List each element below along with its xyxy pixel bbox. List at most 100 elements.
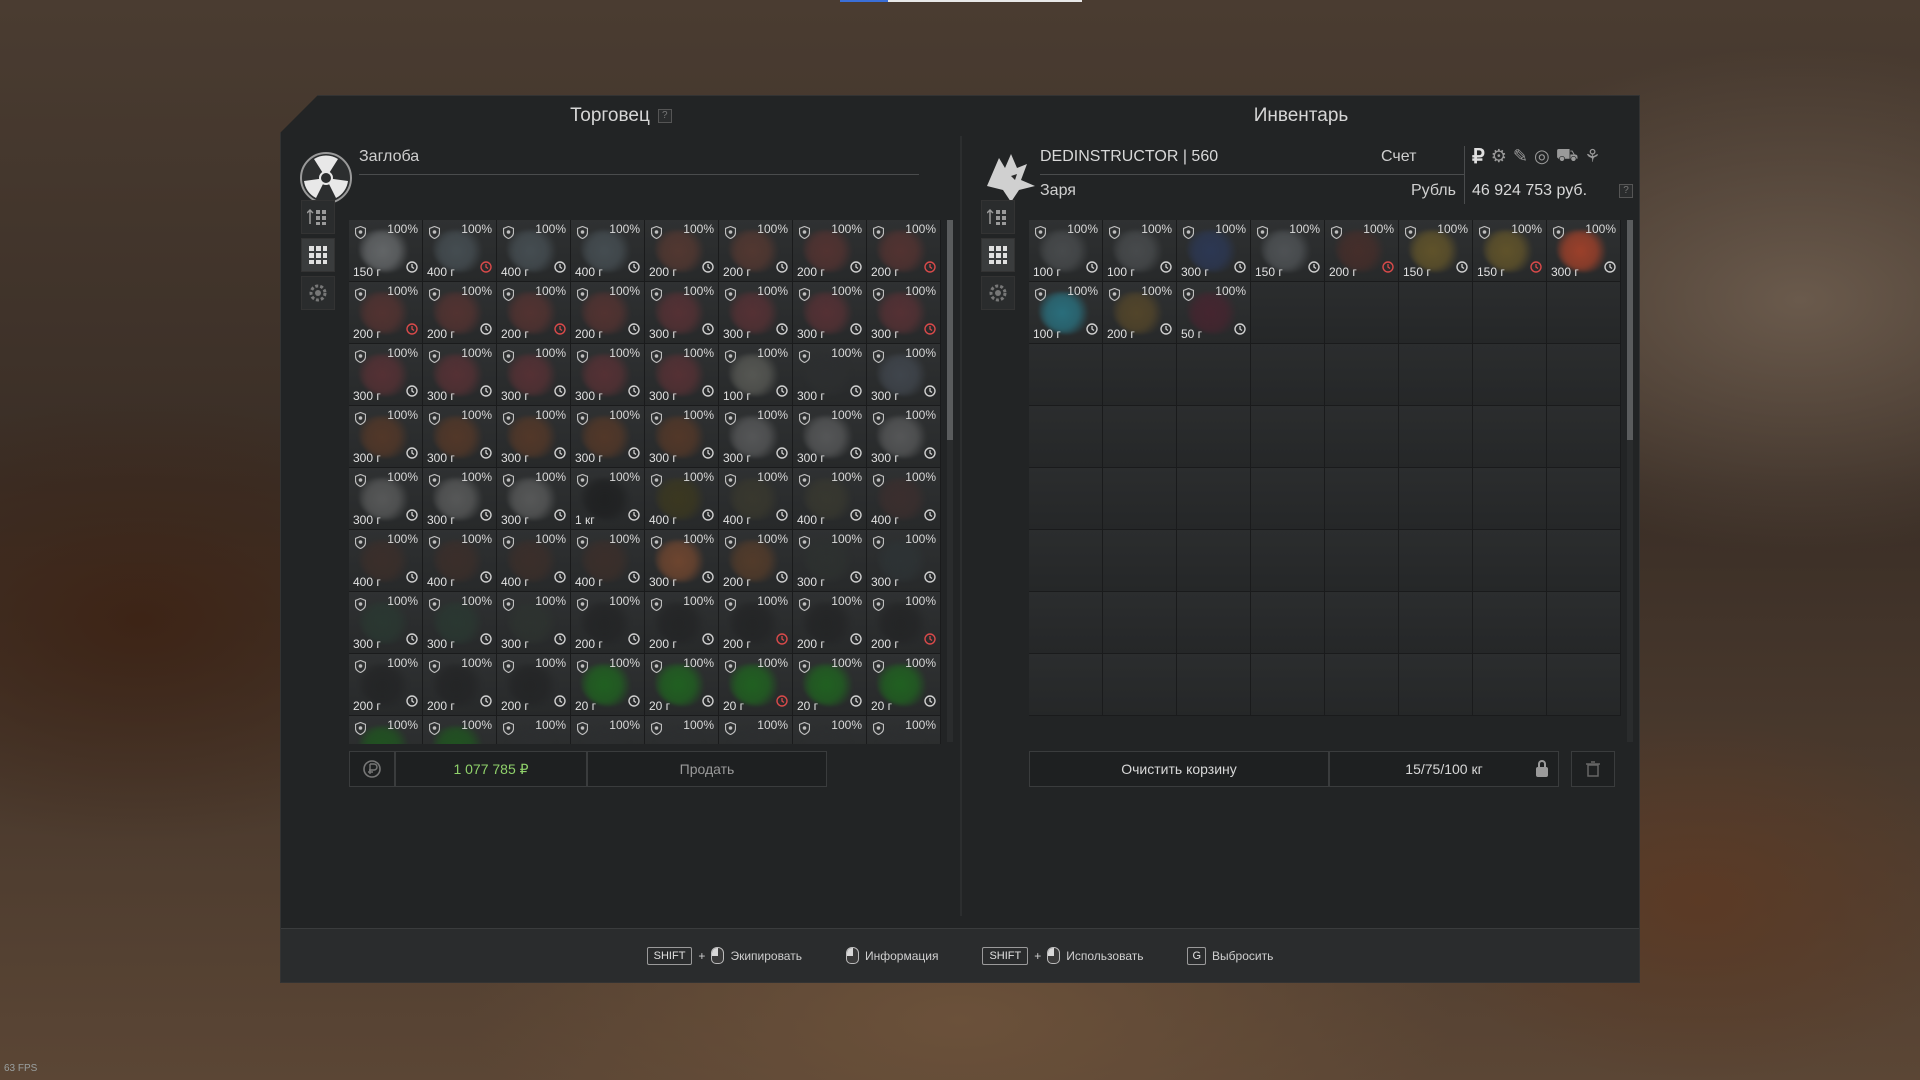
item-slot[interactable]: 100% 400 г [497,530,571,592]
empty-slot[interactable] [1103,530,1177,592]
empty-slot[interactable] [1251,654,1325,716]
empty-slot[interactable] [1177,530,1251,592]
item-slot[interactable]: 100% 400 г [645,468,719,530]
empty-slot[interactable] [1473,344,1547,406]
item-slot[interactable]: 100% 200 г [867,592,941,654]
empty-slot[interactable] [1325,282,1399,344]
item-slot[interactable]: 100% 100 г [719,344,793,406]
item-slot[interactable]: 100% [497,716,571,744]
item-slot[interactable]: 100% 300 г [1177,220,1251,282]
empty-slot[interactable] [1325,592,1399,654]
item-slot[interactable]: 100% [349,716,423,744]
item-slot[interactable]: 100% 300 г [793,406,867,468]
empty-slot[interactable] [1325,530,1399,592]
item-slot[interactable]: 100% 300 г [497,592,571,654]
empty-slot[interactable] [1547,344,1621,406]
empty-slot[interactable] [1029,406,1103,468]
empty-slot[interactable] [1177,592,1251,654]
empty-slot[interactable] [1029,592,1103,654]
empty-slot[interactable] [1177,344,1251,406]
item-slot[interactable]: 100% 300 г [423,406,497,468]
balance-help-button[interactable]: ? [1619,184,1633,198]
item-slot[interactable]: 100% 400 г [571,220,645,282]
item-slot[interactable]: 100% 300 г [423,468,497,530]
inv-filter-tab[interactable] [981,276,1015,310]
empty-slot[interactable] [1399,654,1473,716]
item-slot[interactable]: 100% 300 г [349,406,423,468]
item-slot[interactable]: 100% 20 г [719,654,793,716]
item-slot[interactable]: 100% 1 кг [571,468,645,530]
item-slot[interactable]: 100% 300 г [423,344,497,406]
item-slot[interactable]: 100% 200 г [497,282,571,344]
item-slot[interactable]: 100% 300 г [867,406,941,468]
item-slot[interactable]: 100% 400 г [719,468,793,530]
item-slot[interactable]: 100% 100 г [1029,220,1103,282]
empty-slot[interactable] [1399,530,1473,592]
item-slot[interactable]: 100% 300 г [867,344,941,406]
item-slot[interactable]: 100% 200 г [793,592,867,654]
empty-slot[interactable] [1547,654,1621,716]
item-slot[interactable]: 100% 200 г [349,654,423,716]
item-slot[interactable]: 100% [423,716,497,744]
empty-slot[interactable] [1325,406,1399,468]
item-slot[interactable]: 100% 300 г [867,530,941,592]
trash-button[interactable] [1571,751,1615,787]
inventory-scrollbar[interactable] [1627,220,1633,742]
empty-slot[interactable] [1103,344,1177,406]
item-slot[interactable]: 100% 150 г [1473,220,1547,282]
item-slot[interactable]: 100% [793,716,867,744]
item-slot[interactable]: 100% 50 г [1177,282,1251,344]
item-slot[interactable]: 100% 300 г [349,592,423,654]
item-slot[interactable]: 100% 200 г [1103,282,1177,344]
item-slot[interactable]: 100% 200 г [719,220,793,282]
item-slot[interactable]: 100% 150 г [1399,220,1473,282]
item-slot[interactable]: 100% 20 г [867,654,941,716]
item-slot[interactable]: 100% 400 г [867,468,941,530]
item-slot[interactable]: 100% 300 г [349,468,423,530]
item-slot[interactable]: 100% 300 г [719,406,793,468]
item-slot[interactable]: 100% 300 г [793,344,867,406]
plant-currency-icon[interactable]: ⚘ [1584,146,1600,167]
empty-slot[interactable] [1547,468,1621,530]
empty-slot[interactable] [1547,406,1621,468]
empty-slot[interactable] [1177,654,1251,716]
item-slot[interactable]: 100% 300 г [645,530,719,592]
item-slot[interactable]: 100% 300 г [571,406,645,468]
item-slot[interactable]: 100% [571,716,645,744]
item-slot[interactable]: 100% 300 г [645,282,719,344]
empty-slot[interactable] [1473,592,1547,654]
empty-slot[interactable] [1029,654,1103,716]
item-slot[interactable]: 100% 200 г [349,282,423,344]
trader-scroll-thumb[interactable] [947,220,953,440]
truck-currency-icon[interactable]: ⛟ [1556,145,1579,169]
empty-slot[interactable] [1325,468,1399,530]
empty-slot[interactable] [1103,654,1177,716]
empty-slot[interactable] [1399,592,1473,654]
item-slot[interactable]: 100% 200 г [497,654,571,716]
item-slot[interactable]: 100% 200 г [793,220,867,282]
empty-slot[interactable] [1103,406,1177,468]
empty-slot[interactable] [1251,592,1325,654]
item-slot[interactable]: 100% 400 г [423,530,497,592]
item-slot[interactable]: 100% 400 г [793,468,867,530]
item-slot[interactable]: 100% 400 г [423,220,497,282]
item-slot[interactable]: 100% 300 г [497,344,571,406]
item-slot[interactable]: 100% [645,716,719,744]
empty-slot[interactable] [1399,282,1473,344]
empty-slot[interactable] [1251,530,1325,592]
inv-sort-tab[interactable] [981,200,1015,234]
item-slot[interactable]: 100% 200 г [719,592,793,654]
item-slot[interactable]: 100% 200 г [867,220,941,282]
item-slot[interactable]: 100% 300 г [1547,220,1621,282]
empty-slot[interactable] [1325,654,1399,716]
empty-slot[interactable] [1325,344,1399,406]
item-slot[interactable]: 100% 300 г [719,282,793,344]
empty-slot[interactable] [1473,468,1547,530]
item-slot[interactable]: 100% 300 г [793,530,867,592]
item-slot[interactable]: 100% 300 г [497,468,571,530]
item-slot[interactable]: 100% 300 г [349,344,423,406]
item-slot[interactable]: 100% 100 г [1029,282,1103,344]
empty-slot[interactable] [1029,344,1103,406]
item-slot[interactable]: 100% 200 г [423,282,497,344]
empty-slot[interactable] [1251,468,1325,530]
